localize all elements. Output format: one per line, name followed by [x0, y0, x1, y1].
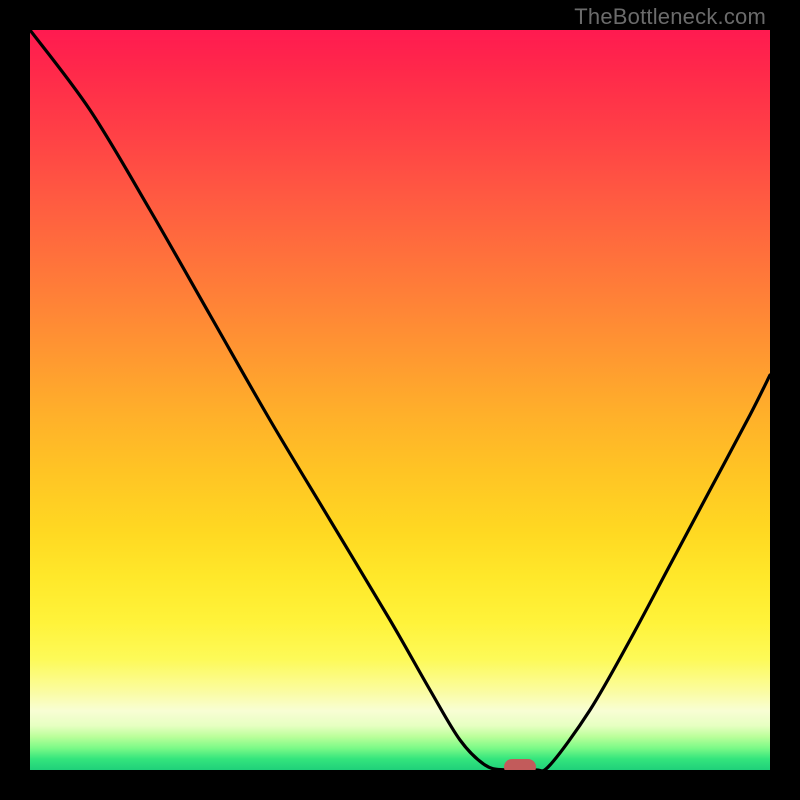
- plot-area: [30, 30, 770, 770]
- chart-frame: TheBottleneck.com: [0, 0, 800, 800]
- bottleneck-curve: [30, 30, 770, 770]
- watermark-text: TheBottleneck.com: [574, 4, 766, 30]
- minimum-marker: [504, 759, 536, 770]
